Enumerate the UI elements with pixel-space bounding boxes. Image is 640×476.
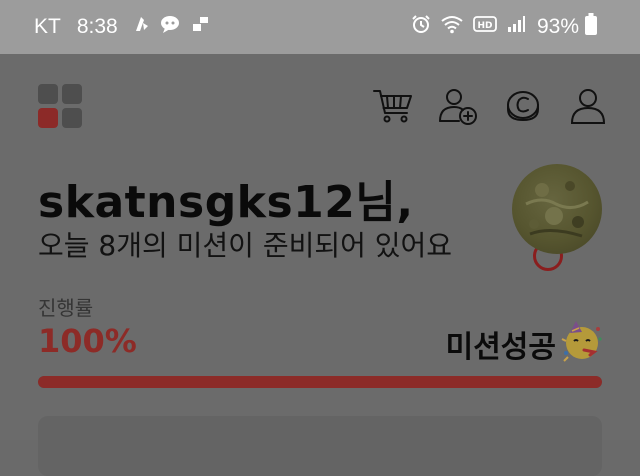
grid-menu-icon[interactable] — [38, 84, 84, 130]
mascot-icon[interactable] — [512, 164, 602, 254]
progress-percent: 100% — [38, 322, 137, 360]
greeting-subtitle: 오늘 8개의 미션이 준비되어 있어요 — [38, 229, 453, 262]
progress-bar-fill — [38, 376, 602, 388]
grid-cell — [62, 84, 82, 104]
mission-card[interactable] — [38, 416, 602, 476]
grid-cell — [38, 84, 58, 104]
tile-icon — [190, 14, 210, 40]
party-face-icon — [560, 319, 604, 363]
battery-icon — [585, 13, 597, 41]
header-actions — [350, 84, 610, 128]
hd-icon: HD — [473, 15, 497, 39]
mission-success-label: 미션성공 — [445, 330, 556, 365]
svg-text:HD: HD — [477, 21, 492, 31]
status-bar: KT 8:38 HD 93% — [0, 0, 640, 54]
greeting-name: skatnsgks12님, — [38, 177, 414, 228]
add-friend-icon[interactable] — [436, 84, 480, 128]
profile-icon[interactable] — [566, 84, 610, 128]
cart-icon[interactable] — [371, 84, 415, 128]
grid-cell-accent — [38, 108, 58, 128]
signal-icon — [506, 14, 526, 40]
main-screen: skatnsgks12님, 오늘 8개의 미션이 준비되어 있어요 진행률 10… — [0, 54, 640, 476]
carrier-label: KT — [34, 15, 61, 38]
alarm-icon — [411, 14, 431, 40]
chat-icon — [160, 14, 182, 40]
notification-icon — [132, 14, 152, 40]
grid-cell — [62, 108, 82, 128]
progress-label: 진행률 — [38, 296, 94, 320]
wifi-icon — [440, 14, 464, 40]
clock-time: 8:38 — [76, 15, 118, 38]
coin-icon[interactable] — [501, 84, 545, 128]
progress-bar — [38, 376, 602, 388]
battery-percent: 93% — [536, 15, 579, 38]
